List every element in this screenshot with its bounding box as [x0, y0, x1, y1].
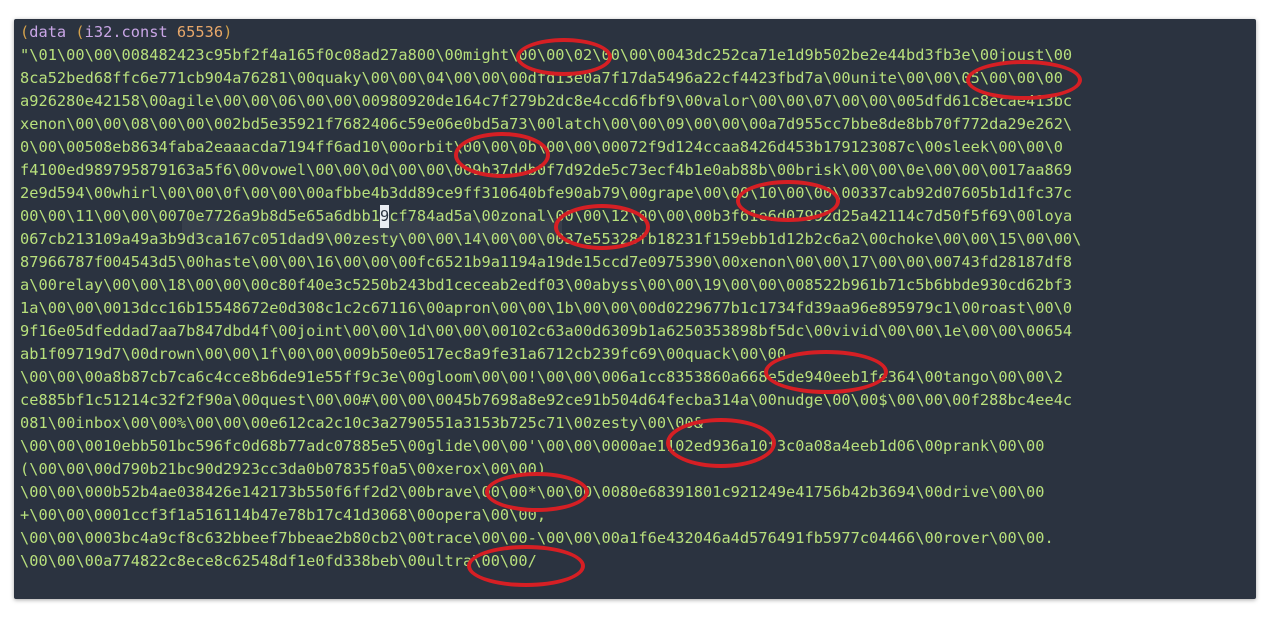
code-line[interactable]: (\00\00\00d790b21bc90d2923cc3da0b07835f0…	[20, 458, 546, 481]
code-line[interactable]: 2e9d594\00whirl\00\00\0f\00\00\00afbbe4b…	[20, 182, 1072, 205]
code-line[interactable]: \00\00\000b52b4ae038426e142173b550f6ff2d…	[20, 481, 1044, 504]
code-line[interactable]: 87966787f004543d5\00haste\00\00\16\00\00…	[20, 251, 1072, 274]
code-line[interactable]: a\00relay\00\00\18\00\00\00c80f40e3c5250…	[20, 274, 1072, 297]
const-value: 65536	[167, 23, 224, 41]
code-line[interactable]: 8ca52bed68ffc6e771cb904a76281\00quaky\00…	[20, 67, 1063, 90]
data-keyword: data	[29, 23, 67, 41]
code-editor-window: (data (i32.const 65536) "\01\00\00\00848…	[14, 19, 1256, 599]
code-line[interactable]: 0\00\00508eb8634faba2eaaacda7194ff6ad10\…	[20, 136, 1063, 159]
const-op: i32.const	[84, 23, 168, 41]
code-line[interactable]: 9f16e05dfeddad7aa7b847dbd4f\00joint\00\0…	[20, 320, 1072, 343]
code-line[interactable]: "\01\00\00\008482423c95bf2f4a165f0c08ad2…	[20, 44, 1072, 67]
code-line[interactable]: ce885bf1c51214c32f2f90a\00quest\00\00#\0…	[20, 389, 1072, 412]
open-paren: (	[20, 23, 30, 41]
code-line[interactable]: \00\00\0003bc4a9cf8c632bbeef7bbeae2b80cb…	[20, 527, 1054, 550]
code-line[interactable]: +\00\00\0001ccf3f1a516114b47e78b17c41d30…	[20, 504, 546, 527]
code-line-cursor[interactable]: 00\00\11\00\00\0070e7726a9b8d5e65a6dbb19…	[20, 205, 1072, 228]
code-line[interactable]: ab1f09719d7\00drown\00\00\1f\00\00\009b5…	[20, 343, 786, 366]
code-line[interactable]: xenon\00\00\08\00\00\002bd5e35921f768240…	[20, 113, 1072, 136]
code-line-header[interactable]: (data (i32.const 65536)	[20, 21, 232, 44]
code-line[interactable]: 1a\00\00\0013dcc16b15548672e0d308c1c2c67…	[20, 297, 1072, 320]
code-line[interactable]: 081\00inbox\00\00%\00\00\00e612ca2c10c3a…	[20, 412, 703, 435]
code-line[interactable]: \00\00\00a774822c8ece8c62548df1e0fd338be…	[20, 550, 537, 573]
code-line[interactable]: \00\00\0010ebb501bc596fc0d68b77adc07885e…	[20, 435, 1044, 458]
code-line[interactable]: 067cb213109a49a3b9d3ca167c051dad9\00zest…	[20, 228, 1081, 251]
inner-open-paren: (	[66, 23, 85, 41]
text-cursor: 9	[379, 205, 390, 228]
code-line[interactable]: \00\00\00a8b87cb7ca6c4cce8b6de91e55ff9c3…	[20, 366, 1063, 389]
code-text-before-cursor: 00\00\11\00\00\0070e7726a9b8d5e65a6dbb1	[20, 207, 380, 225]
code-line[interactable]: f4100ed989795879163a5f6\00vowel\00\00\0d…	[20, 159, 1072, 182]
close-paren: )	[223, 23, 233, 41]
code-text-after-cursor: cf784ad5a\00zonal\00\00\12\00\00\00b3f61…	[389, 207, 1073, 225]
code-line[interactable]: a926280e42158\00agile\00\00\06\00\00\009…	[20, 90, 1072, 113]
